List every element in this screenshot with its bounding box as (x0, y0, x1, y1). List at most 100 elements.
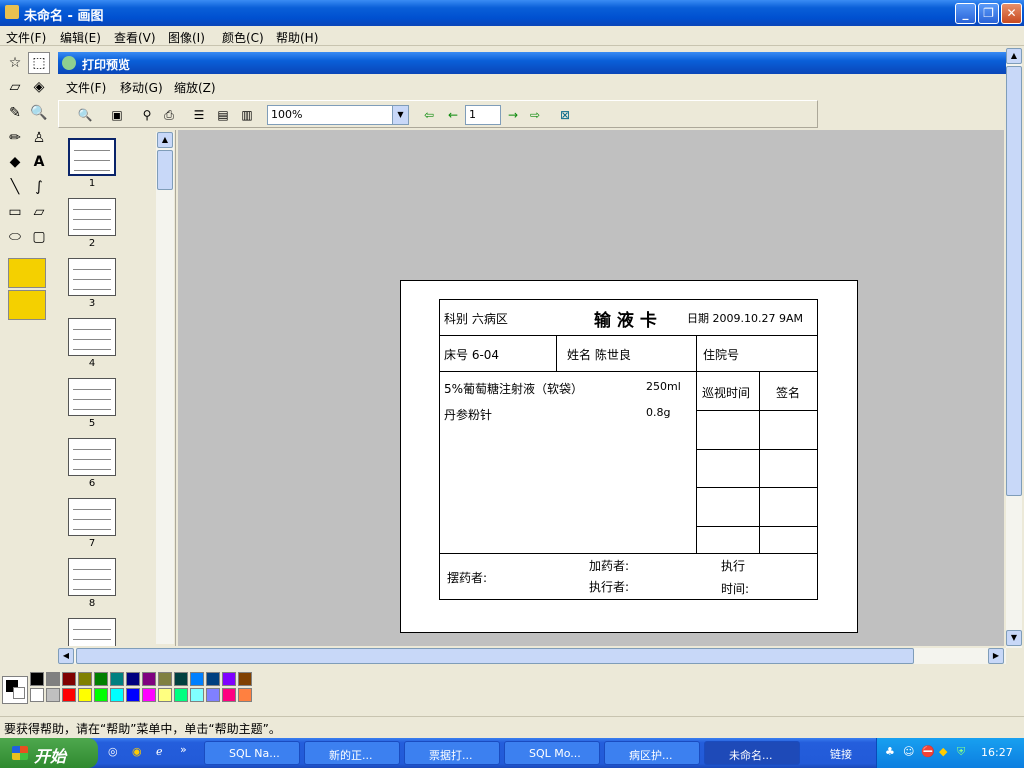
multi-page-icon[interactable]: ▤ (213, 105, 233, 125)
close-preview-icon[interactable]: ⊠ (555, 105, 575, 125)
scroll-up-icon[interactable]: ▲ (157, 132, 173, 148)
color-swatch[interactable] (110, 672, 124, 686)
color-swatch[interactable] (174, 688, 188, 702)
color-swatch[interactable] (94, 672, 108, 686)
menu-file[interactable]: 文件(F) (6, 29, 46, 46)
ie-icon[interactable]: ℯ (156, 745, 163, 758)
shield-icon[interactable]: ⛨ (957, 745, 965, 759)
scroll-left-icon[interactable]: ◀ (58, 648, 74, 664)
thumbnail[interactable] (68, 438, 116, 476)
stop-icon[interactable]: ⛔ (921, 745, 935, 758)
menu-image[interactable]: 图像(I) (168, 29, 205, 46)
vertical-scrollbar[interactable]: ▲ ▼ (1006, 48, 1022, 648)
color-swatch[interactable] (30, 672, 44, 686)
color-swatch[interactable] (238, 688, 252, 702)
preview-menu-zoom[interactable]: 缩放(Z) (174, 79, 216, 96)
clock[interactable]: 16:27 (981, 746, 1013, 759)
zoom-select[interactable]: 100% (267, 105, 409, 125)
scroll-right-icon[interactable]: ▶ (988, 648, 1004, 664)
qq-icon[interactable]: ☺ (903, 745, 914, 758)
close-button[interactable]: ✕ (1001, 3, 1022, 24)
task-links[interactable]: 链接 (806, 741, 872, 765)
preview-menu-file[interactable]: 文件(F) (66, 79, 106, 96)
tray-icon[interactable]: ♣ (885, 745, 895, 758)
color-swatch[interactable] (206, 688, 220, 702)
last-page-icon[interactable]: ⇨ (525, 105, 545, 125)
task-sql-na[interactable]: SQL Na... (204, 741, 300, 765)
color-swatch[interactable] (206, 672, 220, 686)
color-swatch[interactable] (238, 672, 252, 686)
airbrush-icon[interactable]: ◆ (4, 151, 26, 173)
paint-app-icon[interactable] (5, 5, 19, 19)
fill-icon[interactable]: ◈ (28, 76, 50, 98)
color-swatch[interactable] (110, 688, 124, 702)
task-sql-mo[interactable]: SQL Mo... (504, 741, 600, 765)
scroll-down-icon[interactable]: ▼ (1006, 630, 1022, 646)
scroll-thumb[interactable] (157, 150, 173, 190)
next-page-icon[interactable]: → (503, 105, 523, 125)
horizontal-scrollbar[interactable]: ◀ ▶ (58, 648, 1006, 664)
task-paint[interactable]: 未命名... (704, 741, 800, 765)
tray-icon[interactable]: ◆ (939, 745, 947, 758)
line-icon[interactable]: ╲ (4, 176, 26, 198)
menu-help[interactable]: 帮助(H) (276, 29, 318, 46)
color-swatch[interactable] (190, 672, 204, 686)
transparent-option-icon[interactable] (8, 258, 46, 288)
color-swatch[interactable] (30, 688, 44, 702)
menu-view[interactable]: 查看(V) (114, 29, 156, 46)
restore-button[interactable]: ❐ (978, 3, 999, 24)
pencil-icon[interactable]: ✏ (4, 127, 26, 149)
rect-select-icon[interactable]: ⬚ (28, 52, 50, 74)
save-icon[interactable]: ▣ (107, 105, 127, 125)
prev-page-icon[interactable]: ← (443, 105, 463, 125)
magnifier-icon[interactable]: 🔍 (28, 102, 50, 124)
scroll-thumb[interactable] (76, 648, 914, 664)
brush-icon[interactable]: ♙ (28, 127, 50, 149)
task-new[interactable]: 新的正... (304, 741, 400, 765)
thumbnail[interactable] (68, 498, 116, 536)
rounded-rect-icon[interactable]: ▢ (28, 226, 50, 248)
find-icon[interactable]: ⚲ (137, 105, 157, 125)
polygon-icon[interactable]: ▱ (28, 201, 50, 223)
thumbnail[interactable] (68, 198, 116, 236)
color-swatch[interactable] (94, 688, 108, 702)
chevron-down-icon[interactable]: ▼ (392, 106, 408, 124)
quicklaunch-icon[interactable]: ◎ (108, 745, 118, 758)
single-page-icon[interactable]: ▥ (237, 105, 257, 125)
text-icon[interactable]: A (28, 151, 50, 173)
print-icon[interactable]: ⎙ (159, 105, 179, 125)
color-swatch[interactable] (158, 672, 172, 686)
ellipse-icon[interactable]: ⬭ (4, 226, 26, 248)
color-swatch[interactable] (190, 688, 204, 702)
page-number-input[interactable]: 1 (465, 105, 501, 125)
thumbnail[interactable] (68, 138, 116, 176)
color-swatch[interactable] (46, 688, 60, 702)
color-swatch[interactable] (78, 672, 92, 686)
rectangle-icon[interactable]: ▭ (4, 201, 26, 223)
thumbnail[interactable] (68, 258, 116, 296)
color-picker-icon[interactable]: ✎ (4, 102, 26, 124)
task-receipt[interactable]: 票据打... (404, 741, 500, 765)
thumbnail[interactable] (68, 618, 116, 646)
color-swatch[interactable] (142, 688, 156, 702)
color-swatch[interactable] (222, 672, 236, 686)
search-icon[interactable]: 🔍 (75, 105, 95, 125)
color-swatch[interactable] (126, 688, 140, 702)
curve-icon[interactable]: ∫ (28, 176, 50, 198)
color-swatch[interactable] (62, 672, 76, 686)
color-swatch[interactable] (158, 688, 172, 702)
color-swatch[interactable] (142, 672, 156, 686)
minimize-button[interactable]: _ (955, 3, 976, 24)
scroll-up-icon[interactable]: ▲ (1006, 48, 1022, 64)
free-select-icon[interactable]: ☆ (4, 52, 26, 74)
task-ward[interactable]: 病区护... (604, 741, 700, 765)
preview-menu-move[interactable]: 移动(G) (120, 79, 163, 96)
menu-colors[interactable]: 颜色(C) (222, 29, 264, 46)
color-swatch[interactable] (222, 688, 236, 702)
thumbnail-scrollbar[interactable]: ▲ (156, 132, 174, 644)
thumbnail[interactable] (68, 558, 116, 596)
first-page-icon[interactable]: ⇦ (419, 105, 439, 125)
page-setup-icon[interactable]: ☰ (189, 105, 209, 125)
menu-edit[interactable]: 编辑(E) (60, 29, 101, 46)
more-icon[interactable]: » (180, 743, 187, 756)
